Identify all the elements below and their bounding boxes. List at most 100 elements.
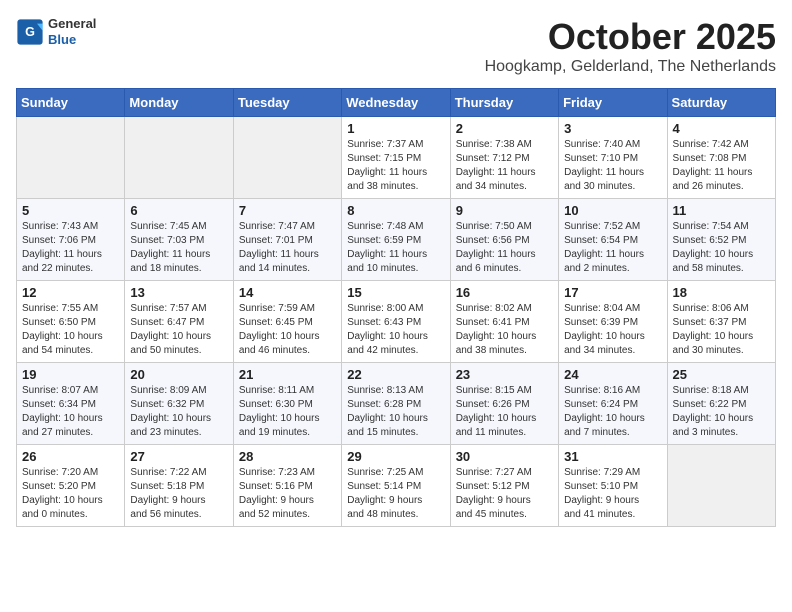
day-number: 12 xyxy=(22,285,119,300)
day-info: Sunrise: 8:02 AMSunset: 6:41 PMDaylight:… xyxy=(456,302,553,358)
day-number: 8 xyxy=(347,203,444,218)
table-row: 24 Sunrise: 8:16 AMSunset: 6:24 PMDayligh… xyxy=(559,363,667,445)
logo-icon: G xyxy=(16,18,44,46)
table-row: 23Sunrise: 8:15 AMSunset: 6:26 PMDayligh… xyxy=(450,363,558,445)
table-row: 25 Sunrise: 8:18 AMSunset: 6:22 PMDayligh… xyxy=(667,363,775,445)
table-row: 22 Sunrise: 8:13 AMSunset: 6:28 PMDayligh… xyxy=(342,363,450,445)
table-row: 28 Sunrise: 7:23 AMSunset: 5:16 PMDayligh… xyxy=(233,445,341,527)
table-row xyxy=(17,117,125,199)
day-info: Sunrise: 7:47 AMSunset: 7:01 PMDaylight:… xyxy=(239,220,336,276)
day-number: 1 xyxy=(347,121,444,136)
logo-general: General xyxy=(48,16,96,32)
day-number: 29 xyxy=(347,449,444,464)
day-number: 5 xyxy=(22,203,119,218)
day-info: Sunrise: 7:54 AMSunset: 6:52 PMDaylight:… xyxy=(673,220,770,276)
day-number: 27 xyxy=(130,449,227,464)
day-number: 9 xyxy=(456,203,553,218)
month-title: October 2025 xyxy=(485,16,776,58)
day-number: 17 xyxy=(564,285,661,300)
day-info: Sunrise: 7:25 AMSunset: 5:14 PMDaylight:… xyxy=(347,466,444,522)
table-row: 9 Sunrise: 7:50 AMSunset: 6:56 PMDaylight… xyxy=(450,199,558,281)
day-info: Sunrise: 8:09 AMSunset: 6:32 PMDaylight:… xyxy=(130,384,227,440)
calendar-week-row: 26 Sunrise: 7:20 AMSunset: 5:20 PMDayligh… xyxy=(17,445,776,527)
page-header: G General Blue October 2025 Hoogkamp, Ge… xyxy=(16,16,776,76)
day-info: Sunrise: 7:38 AMSunset: 7:12 PMDaylight:… xyxy=(456,138,553,194)
day-number: 7 xyxy=(239,203,336,218)
table-row: 14Sunrise: 7:59 AMSunset: 6:45 PMDayligh… xyxy=(233,281,341,363)
day-number: 10 xyxy=(564,203,661,218)
day-number: 26 xyxy=(22,449,119,464)
day-info: Sunrise: 8:06 AMSunset: 6:37 PMDaylight:… xyxy=(673,302,770,358)
header-saturday: Saturday xyxy=(667,89,775,117)
table-row: 18 Sunrise: 8:06 AMSunset: 6:37 PMDayligh… xyxy=(667,281,775,363)
logo-text: General Blue xyxy=(48,16,96,47)
table-row xyxy=(125,117,233,199)
header-tuesday: Tuesday xyxy=(233,89,341,117)
day-info: Sunrise: 7:50 AMSunset: 6:56 PMDaylight:… xyxy=(456,220,553,276)
table-row: 31Sunrise: 7:29 AMSunset: 5:10 PMDayligh… xyxy=(559,445,667,527)
day-info: Sunrise: 7:20 AMSunset: 5:20 PMDaylight:… xyxy=(22,466,119,522)
table-row: 20Sunrise: 8:09 AMSunset: 6:32 PMDayligh… xyxy=(125,363,233,445)
day-number: 25 xyxy=(673,367,770,382)
table-row: 19 Sunrise: 8:07 AMSunset: 6:34 PMDayligh… xyxy=(17,363,125,445)
day-info: Sunrise: 7:29 AMSunset: 5:10 PMDaylight:… xyxy=(564,466,661,522)
header-wednesday: Wednesday xyxy=(342,89,450,117)
day-info: Sunrise: 8:16 AMSunset: 6:24 PMDaylight:… xyxy=(564,384,661,440)
day-info: Sunrise: 7:23 AMSunset: 5:16 PMDaylight:… xyxy=(239,466,336,522)
table-row xyxy=(233,117,341,199)
day-info: Sunrise: 7:55 AMSunset: 6:50 PMDaylight:… xyxy=(22,302,119,358)
day-info: Sunrise: 7:45 AMSunset: 7:03 PMDaylight:… xyxy=(130,220,227,276)
day-info: Sunrise: 8:11 AMSunset: 6:30 PMDaylight:… xyxy=(239,384,336,440)
day-info: Sunrise: 8:15 AMSunset: 6:26 PMDaylight:… xyxy=(456,384,553,440)
calendar-week-row: 1Sunrise: 7:37 AMSunset: 7:15 PMDaylight… xyxy=(17,117,776,199)
day-number: 18 xyxy=(673,285,770,300)
calendar-week-row: 5Sunrise: 7:43 AMSunset: 7:06 PMDaylight… xyxy=(17,199,776,281)
header-thursday: Thursday xyxy=(450,89,558,117)
table-row: 4 Sunrise: 7:42 AMSunset: 7:08 PMDaylight… xyxy=(667,117,775,199)
header-monday: Monday xyxy=(125,89,233,117)
calendar-table: Sunday Monday Tuesday Wednesday Thursday… xyxy=(16,88,776,527)
day-number: 4 xyxy=(673,121,770,136)
table-row: 15Sunrise: 8:00 AMSunset: 6:43 PMDayligh… xyxy=(342,281,450,363)
logo: G General Blue xyxy=(16,16,96,47)
calendar-week-row: 19 Sunrise: 8:07 AMSunset: 6:34 PMDayligh… xyxy=(17,363,776,445)
day-info: Sunrise: 8:04 AMSunset: 6:39 PMDaylight:… xyxy=(564,302,661,358)
day-number: 21 xyxy=(239,367,336,382)
day-number: 11 xyxy=(673,203,770,218)
table-row: 2Sunrise: 7:38 AMSunset: 7:12 PMDaylight… xyxy=(450,117,558,199)
table-row: 1Sunrise: 7:37 AMSunset: 7:15 PMDaylight… xyxy=(342,117,450,199)
table-row: 5Sunrise: 7:43 AMSunset: 7:06 PMDaylight… xyxy=(17,199,125,281)
table-row: 11 Sunrise: 7:54 AMSunset: 6:52 PMDayligh… xyxy=(667,199,775,281)
day-info: Sunrise: 7:42 AMSunset: 7:08 PMDaylight:… xyxy=(673,138,770,194)
table-row: 27 Sunrise: 7:22 AMSunset: 5:18 PMDayligh… xyxy=(125,445,233,527)
table-row: 30 Sunrise: 7:27 AMSunset: 5:12 PMDayligh… xyxy=(450,445,558,527)
table-row: 3 Sunrise: 7:40 AMSunset: 7:10 PMDaylight… xyxy=(559,117,667,199)
weekday-header-row: Sunday Monday Tuesday Wednesday Thursday… xyxy=(17,89,776,117)
day-info: Sunrise: 7:27 AMSunset: 5:12 PMDaylight:… xyxy=(456,466,553,522)
day-number: 3 xyxy=(564,121,661,136)
table-row: 7 Sunrise: 7:47 AMSunset: 7:01 PMDaylight… xyxy=(233,199,341,281)
table-row: 17 Sunrise: 8:04 AMSunset: 6:39 PMDayligh… xyxy=(559,281,667,363)
day-info: Sunrise: 7:57 AMSunset: 6:47 PMDaylight:… xyxy=(130,302,227,358)
day-info: Sunrise: 7:52 AMSunset: 6:54 PMDaylight:… xyxy=(564,220,661,276)
table-row: 8Sunrise: 7:48 AMSunset: 6:59 PMDaylight… xyxy=(342,199,450,281)
day-number: 28 xyxy=(239,449,336,464)
day-info: Sunrise: 7:40 AMSunset: 7:10 PMDaylight:… xyxy=(564,138,661,194)
day-info: Sunrise: 8:13 AMSunset: 6:28 PMDaylight:… xyxy=(347,384,444,440)
header-friday: Friday xyxy=(559,89,667,117)
table-row xyxy=(667,445,775,527)
day-number: 22 xyxy=(347,367,444,382)
day-number: 19 xyxy=(22,367,119,382)
calendar-week-row: 12 Sunrise: 7:55 AMSunset: 6:50 PMDayligh… xyxy=(17,281,776,363)
day-info: Sunrise: 7:22 AMSunset: 5:18 PMDaylight:… xyxy=(130,466,227,522)
table-row: 6Sunrise: 7:45 AMSunset: 7:03 PMDaylight… xyxy=(125,199,233,281)
table-row: 10 Sunrise: 7:52 AMSunset: 6:54 PMDayligh… xyxy=(559,199,667,281)
day-info: Sunrise: 8:18 AMSunset: 6:22 PMDaylight:… xyxy=(673,384,770,440)
day-info: Sunrise: 8:07 AMSunset: 6:34 PMDaylight:… xyxy=(22,384,119,440)
table-row: 16Sunrise: 8:02 AMSunset: 6:41 PMDayligh… xyxy=(450,281,558,363)
header-sunday: Sunday xyxy=(17,89,125,117)
day-number: 30 xyxy=(456,449,553,464)
day-number: 24 xyxy=(564,367,661,382)
table-row: 29 Sunrise: 7:25 AMSunset: 5:14 PMDayligh… xyxy=(342,445,450,527)
day-info: Sunrise: 7:59 AMSunset: 6:45 PMDaylight:… xyxy=(239,302,336,358)
